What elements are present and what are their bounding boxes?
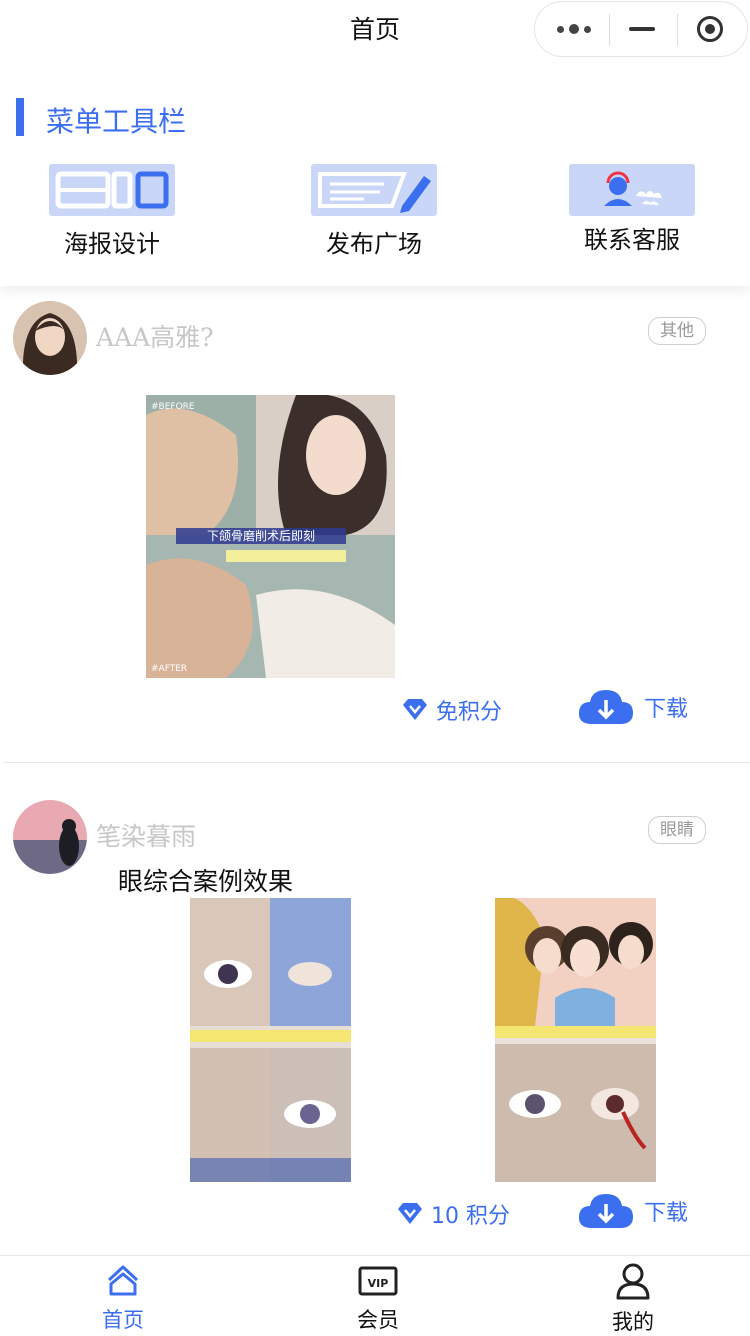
points-label: 10 积分: [431, 1204, 510, 1229]
more-dots-icon: [557, 24, 591, 34]
download-label: 下载: [644, 697, 689, 722]
points-badge: 免积分: [402, 694, 502, 726]
points-badge: 10 积分: [397, 1198, 510, 1230]
avatar[interactable]: [13, 800, 87, 874]
minimize-icon: [629, 27, 655, 31]
more-button[interactable]: [539, 2, 609, 56]
minimize-button[interactable]: [607, 2, 677, 56]
customer-service-icon: [569, 164, 695, 216]
image-text-headline: 下颌骨磨削术后即刻: [207, 528, 315, 543]
cloud-download-icon: [578, 690, 633, 724]
post-image[interactable]: #BEFORE #AFTER 下颌骨磨削术后即刻: [146, 395, 395, 678]
navigation-bar: 首页: [0, 0, 750, 64]
poster-layout-icon: [49, 164, 175, 216]
home-icon: [107, 1265, 139, 1296]
tool-label: 海报设计: [64, 230, 160, 258]
tool-label: 联系客服: [584, 226, 680, 254]
post-divider: [4, 762, 750, 763]
vip-card-icon: VIP: [358, 1266, 398, 1296]
points-label: 免积分: [436, 700, 503, 725]
cloud-download-icon: [578, 1194, 633, 1228]
publish-edit-icon: [311, 164, 437, 216]
post-card: AAA高雅? 其他 #BEFORE #AFTER 下颌骨磨削术后即刻 免积分 下…: [0, 296, 750, 766]
close-target-icon: [697, 16, 723, 42]
image-text-after: #AFTER: [151, 664, 187, 674]
section-accent-bar: [16, 98, 24, 136]
tool-publish-square[interactable]: 发布广场: [299, 164, 449, 259]
category-tag: 其他: [648, 317, 706, 345]
diamond-icon: [398, 1203, 422, 1224]
download-button[interactable]: 下载: [578, 1192, 688, 1230]
menu-toolbar: 菜单工具栏 海报设计 发布广场 联系客服: [0, 64, 750, 286]
category-tag: 眼睛: [648, 816, 706, 844]
tab-vip[interactable]: VIP 会员: [318, 1262, 438, 1334]
bottom-tab-bar: 首页 VIP 会员 我的: [0, 1255, 750, 1335]
tab-label: 会员: [357, 1308, 399, 1332]
user-icon: [616, 1263, 650, 1300]
tab-label: 我的: [612, 1310, 654, 1334]
tab-mine[interactable]: 我的: [573, 1262, 693, 1336]
close-button[interactable]: [675, 2, 745, 56]
menu-toolbar-title: 菜单工具栏: [46, 105, 187, 138]
tab-home[interactable]: 首页: [63, 1262, 183, 1334]
download-button[interactable]: 下载: [578, 688, 688, 726]
avatar[interactable]: [13, 301, 87, 375]
tool-contact-service[interactable]: 联系客服: [557, 164, 707, 255]
mini-program-capsule: [534, 1, 748, 57]
svg-text:VIP: VIP: [368, 1277, 389, 1290]
diamond-icon: [403, 699, 427, 720]
tool-label: 发布广场: [326, 230, 422, 258]
post-caption: 眼综合案例效果: [118, 867, 294, 896]
tab-label: 首页: [102, 1308, 144, 1332]
post-card: 笔染暮雨 眼睛 眼综合案例效果 10 积分 下载: [0, 766, 750, 1236]
tool-poster-design[interactable]: 海报设计: [37, 164, 187, 259]
post-image[interactable]: [190, 898, 351, 1182]
username[interactable]: AAA高雅?: [96, 318, 214, 354]
image-text-before: #BEFORE: [151, 402, 195, 412]
download-label: 下载: [644, 1201, 689, 1226]
username[interactable]: 笔染暮雨: [96, 817, 196, 853]
post-image[interactable]: [495, 898, 656, 1182]
